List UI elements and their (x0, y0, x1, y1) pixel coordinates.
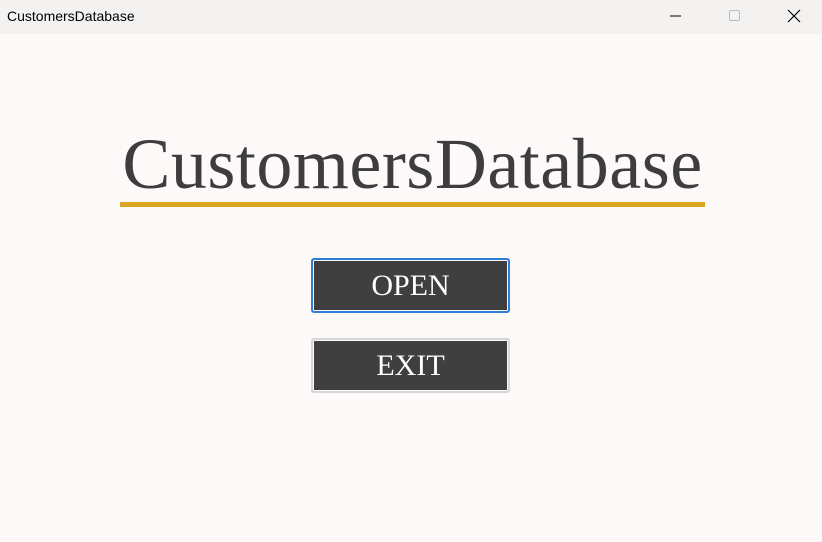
maximize-button[interactable] (706, 0, 764, 32)
close-icon (787, 9, 801, 23)
close-button[interactable] (765, 0, 822, 32)
window-title: CustomersDatabase (7, 8, 135, 24)
page-title: CustomersDatabase (122, 124, 703, 204)
title-bar: CustomersDatabase (0, 0, 822, 34)
open-button[interactable]: OPEN (311, 258, 510, 313)
exit-button[interactable]: EXIT (311, 338, 510, 393)
maximize-icon (729, 10, 740, 21)
minimize-icon (670, 15, 681, 17)
title-underline (120, 202, 705, 207)
minimize-button[interactable] (647, 0, 705, 32)
